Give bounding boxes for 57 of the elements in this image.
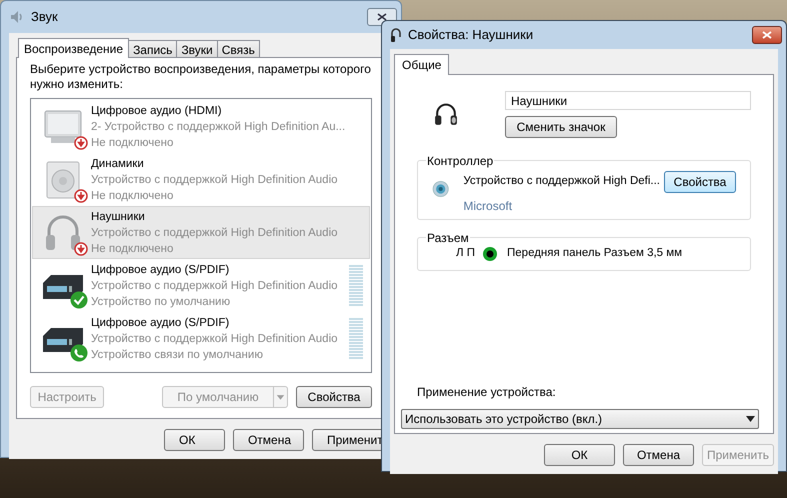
device-name: Цифровое аудио (S/PDIF)	[91, 262, 230, 278]
dialog-button[interactable]: ОК	[164, 429, 225, 451]
tab[interactable]: Звуки	[177, 40, 218, 57]
controller-properties-button[interactable]: Свойства	[664, 171, 736, 193]
down-arrow-badge-icon	[74, 136, 88, 150]
device-item[interactable]: Наушники Устройство с поддержкой High Definition Audio Не подключено	[32, 206, 370, 259]
device-description: 2- Устройство с поддержкой High Definition Au...	[91, 120, 346, 134]
down-arrow-badge-icon	[74, 242, 88, 256]
close-icon	[377, 13, 387, 21]
jack-description: Передняя панель Разъем 3,5 мм	[507, 246, 682, 262]
device-description: Устройство с поддержкой High Definition Audio	[91, 226, 339, 240]
phone-badge-icon	[70, 344, 88, 362]
device-description: Устройство с поддержкой High Definition Audio	[91, 172, 339, 188]
device-description: Устройство с поддержкой High Definition Audio	[91, 332, 339, 346]
device-status: Не подключено	[91, 188, 174, 204]
device-status: Не подключено	[91, 136, 174, 150]
properties-button[interactable]: Свойства	[296, 386, 372, 408]
close-icon	[762, 31, 772, 39]
window-title: Свойства: Наушники	[408, 26, 534, 44]
tab[interactable]: Связь	[218, 40, 260, 57]
vendor-text: Microsoft	[463, 198, 514, 215]
level-meter	[349, 264, 363, 306]
device-name: Цифровое аудио (HDMI)	[91, 104, 223, 118]
caret-icon	[746, 416, 755, 422]
tab[interactable]: Запись	[129, 40, 178, 57]
checkmark-badge-icon	[70, 290, 88, 308]
device-name: Динамики	[91, 156, 145, 172]
device-name: Наушники	[91, 210, 146, 224]
tab[interactable]: Общие	[394, 54, 450, 75]
monitor-icon	[43, 108, 83, 144]
window-title: Звук	[31, 8, 58, 26]
caret-icon	[273, 387, 287, 407]
instruction-text: Выберите устройство воспроизведения, параметры которого нужно изменить:	[30, 62, 372, 92]
dialog-button[interactable]: Отмена	[232, 429, 304, 451]
device-status: Не подключено	[91, 242, 174, 256]
dialog-button[interactable]: Отмена	[623, 444, 694, 466]
name-field[interactable]: Наушники	[505, 91, 751, 110]
usage-select[interactable]: Использовать это устройство (вкл.)	[401, 409, 759, 429]
tab[interactable]: Воспроизведение	[18, 38, 130, 58]
device-status: Устройство связи по умолчанию	[91, 348, 264, 362]
device-item[interactable]: Цифровое аудио (S/PDIF) Устройство с поддержкой High Definition Audio Устройство по умолчанию	[32, 259, 370, 312]
headphones-icon	[43, 212, 83, 252]
controller-name: Устройство с поддержкой High Defi...	[463, 174, 660, 190]
headphones-icon	[390, 27, 402, 43]
device-item[interactable]: Цифровое аудио (S/PDIF) Устройство с поддержкой High Definition Audio Устройство связи по умолчанию	[32, 312, 370, 365]
dialog-button[interactable]: ОК	[544, 444, 615, 466]
usage-label: Применение устройства:	[417, 384, 557, 401]
change-icon-button[interactable]: Сменить значок	[505, 116, 617, 138]
device-item[interactable]: Цифровое аудио (HDMI) 2- Устройство с поддержкой High Definition Au... Не подключено	[32, 100, 370, 153]
channel-labels: Л П	[456, 246, 476, 262]
down-arrow-badge-icon	[74, 188, 88, 202]
device-name: Цифровое аудио (S/PDIF)	[91, 316, 230, 330]
device-status: Устройство по умолчанию	[91, 294, 232, 310]
close-button[interactable]	[752, 26, 782, 44]
level-meter	[349, 318, 363, 360]
device-item[interactable]: Динамики Устройство с поддержкой High Definition Audio Не подключено	[32, 153, 370, 206]
device-description: Устройство с поддержкой High Definition Audio	[91, 278, 339, 294]
